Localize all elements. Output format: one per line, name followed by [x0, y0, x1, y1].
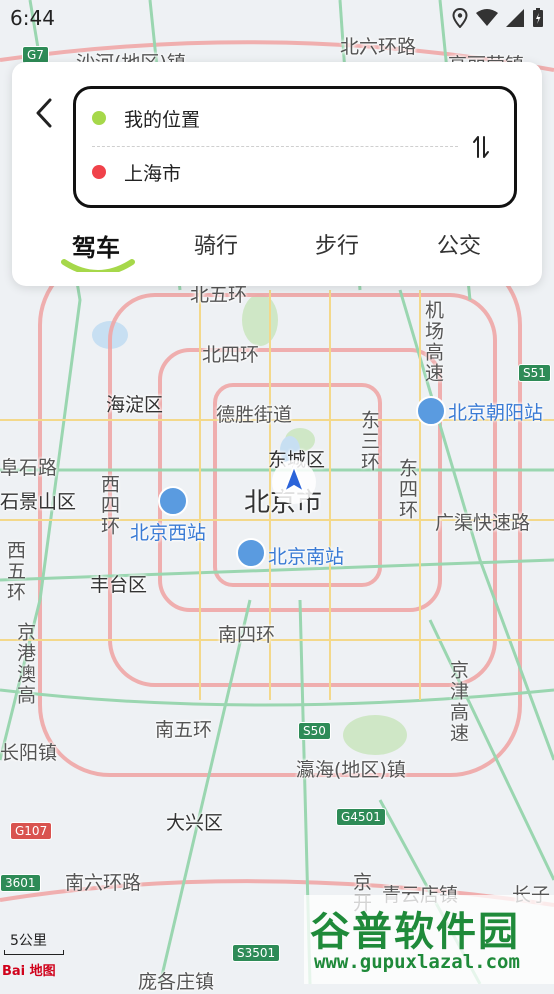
location-icon — [452, 8, 468, 28]
tab-transit[interactable]: 公交 — [409, 228, 509, 260]
highway-shield: 3601 — [0, 874, 41, 892]
map-label-vertical: 西四环 — [98, 474, 120, 537]
map-label: 北四环 — [202, 344, 260, 366]
signal-icon — [506, 9, 524, 27]
status-bar: 6:44 — [0, 0, 554, 38]
navigation-arrow-icon — [282, 463, 306, 495]
map-label-vertical: 西五环 — [4, 540, 26, 603]
back-button[interactable] — [30, 96, 56, 130]
highway-shield: S51 — [518, 364, 551, 382]
map-label: 南四环 — [218, 624, 276, 646]
tab-walk[interactable]: 步行 — [287, 228, 387, 260]
current-location-marker — [272, 460, 316, 504]
battery-icon — [533, 8, 543, 27]
status-icons — [452, 8, 544, 28]
map-label: 南五环 — [155, 719, 213, 741]
map-label-vertical: 京港澳高 — [14, 622, 36, 706]
map-label: 丰台区 — [90, 574, 148, 596]
start-location-text: 我的位置 — [124, 108, 201, 131]
transport-mode-tabs: 驾车 骑行 步行 公交 — [12, 222, 542, 272]
end-location-field[interactable]: 上海市 — [92, 157, 181, 187]
watermark-url: www.gupuxlazal.com — [314, 951, 520, 973]
tab-drive[interactable]: 驾车 — [46, 228, 146, 263]
route-card: 我的位置 上海市 驾车 骑行 步行 公交 — [12, 62, 542, 286]
status-time: 6:44 — [10, 6, 55, 30]
map-label: 大兴区 — [166, 812, 224, 834]
station-label[interactable]: 北京朝阳站 — [448, 398, 543, 425]
map-label: 庞各庄镇 — [138, 971, 215, 993]
end-dot-icon — [92, 165, 106, 179]
back-arrow-icon — [36, 98, 52, 128]
station-label[interactable]: 北京南站 — [268, 542, 344, 569]
scale-label: 5公里 — [10, 933, 47, 949]
highway-shield: S3501 — [232, 944, 281, 962]
map-label: 阜石路 — [0, 457, 58, 479]
start-dot-icon — [92, 111, 106, 125]
train-station-icon[interactable] — [236, 538, 266, 568]
map-label: 长阳镇 — [0, 742, 58, 764]
map-label-vertical: 东三环 — [358, 410, 380, 473]
map-label: 德胜街道 — [216, 404, 293, 426]
watermark: 谷普软件园 www.gupuxlazal.com — [304, 895, 554, 984]
end-location-text: 上海市 — [124, 162, 182, 185]
start-location-field[interactable]: 我的位置 — [92, 103, 200, 133]
station-label[interactable]: 北京西站 — [130, 518, 206, 545]
map-label: 石景山区 — [0, 491, 77, 513]
highway-shield: G107 — [10, 822, 53, 840]
map-label: 海淀区 — [106, 394, 164, 416]
scale-bar — [4, 950, 64, 955]
train-station-icon[interactable] — [416, 396, 446, 426]
map-label-vertical: 东四环 — [396, 458, 418, 521]
watermark-title: 谷普软件园 — [310, 909, 520, 955]
map-label-vertical: 机场高速 — [422, 300, 444, 384]
tab-cycle[interactable]: 骑行 — [166, 228, 266, 260]
map-label: 瀛海(地区)镇 — [296, 759, 406, 781]
highway-shield: G4501 — [336, 808, 386, 826]
train-station-icon[interactable] — [158, 486, 188, 516]
map-scale: 5公里 — [4, 930, 64, 955]
highway-shield: S50 — [298, 722, 331, 740]
map-label: 南六环路 — [65, 872, 142, 894]
swap-arrows-icon — [473, 136, 489, 158]
map-label-vertical: 京津高速 — [447, 660, 469, 744]
map-label: 广渠快速路 — [435, 512, 531, 534]
route-input-box: 我的位置 上海市 — [73, 86, 517, 208]
swap-button[interactable] — [470, 133, 492, 161]
wifi-icon — [476, 9, 498, 26]
route-divider — [92, 146, 458, 147]
baidu-map-logo: Bai 地图 — [2, 964, 56, 979]
